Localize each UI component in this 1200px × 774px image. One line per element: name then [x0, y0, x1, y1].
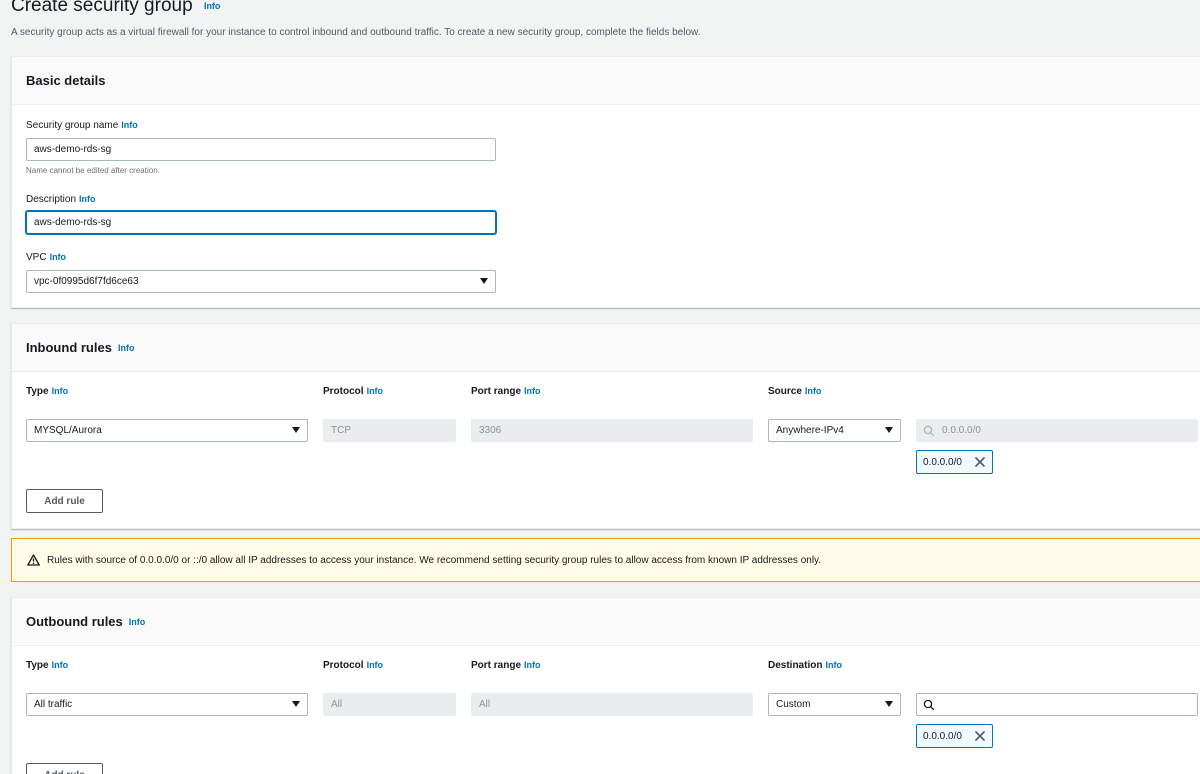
inbound-cidr-token: 0.0.0.0/0 — [916, 450, 993, 474]
caret-down-icon — [885, 701, 893, 707]
outbound-cidr-search-input[interactable] — [916, 693, 1198, 716]
basic-details-header: Basic details — [12, 57, 1200, 105]
security-group-name-label: Security group name Info — [26, 120, 138, 131]
basic-details-panel: Basic details Security group name Info aw… — [11, 56, 1200, 308]
description-value: aws-demo-rds-sg — [34, 217, 112, 228]
inbound-port-info-link[interactable]: Info — [524, 386, 541, 396]
outbound-port-header-text: Port range — [471, 660, 522, 671]
inbound-cidr-search: 0.0.0.0/0 — [916, 419, 1198, 442]
warning-text: Rules with source of 0.0.0.0/0 or ::/0 a… — [47, 554, 822, 566]
page-title-info-link[interactable]: Info — [204, 1, 221, 11]
close-icon[interactable] — [974, 730, 986, 742]
inbound-type-select[interactable]: MYSQL/Aurora — [26, 419, 308, 442]
caret-down-icon — [885, 427, 893, 433]
description-info-link[interactable]: Info — [79, 194, 96, 204]
inbound-port-header: Port range Info — [471, 386, 541, 397]
inbound-protocol-value: TCP — [331, 425, 351, 436]
security-group-name-info-link[interactable]: Info — [121, 120, 138, 130]
outbound-protocol-header-text: Protocol — [323, 660, 364, 671]
inbound-port-header-text: Port range — [471, 386, 522, 397]
inbound-source-value: Anywhere-IPv4 — [776, 425, 844, 436]
inbound-source-header-text: Source — [768, 386, 802, 397]
vpc-info-link[interactable]: Info — [50, 252, 67, 262]
search-icon — [923, 425, 935, 437]
outbound-add-rule-button[interactable]: Add rule — [26, 763, 103, 774]
outbound-type-value: All traffic — [34, 699, 73, 710]
outbound-type-header-text: Type — [26, 660, 49, 671]
caret-down-icon — [480, 278, 488, 284]
inbound-type-header-text: Type — [26, 386, 49, 397]
inbound-source-info-link[interactable]: Info — [805, 386, 822, 396]
inbound-type-header: Type Info — [26, 386, 68, 397]
outbound-destination-header-text: Destination — [768, 660, 823, 671]
page-title-text: Create security group — [11, 0, 193, 16]
outbound-destination-header: Destination Info — [768, 660, 842, 671]
inbound-protocol-header-text: Protocol — [323, 386, 364, 397]
outbound-destination-value: Custom — [776, 699, 811, 710]
description-label-text: Description — [26, 194, 77, 205]
caret-down-icon — [292, 701, 300, 707]
inbound-rules-panel: Inbound rules Info Type Info Protocol Info… — [11, 323, 1200, 529]
outbound-port-value: All — [479, 699, 491, 710]
outbound-protocol-info-link[interactable]: Info — [367, 660, 384, 670]
close-icon[interactable] — [974, 456, 986, 468]
inbound-add-rule-button[interactable]: Add rule — [26, 489, 103, 513]
vpc-label: VPC Info — [26, 252, 66, 263]
security-group-name-value: aws-demo-rds-sg — [34, 144, 112, 155]
outbound-port-header: Port range Info — [471, 660, 541, 671]
inbound-cidr-placeholder: 0.0.0.0/0 — [942, 425, 981, 436]
inbound-rules-info-link[interactable]: Info — [118, 343, 135, 353]
open-source-warning-alert: Rules with source of 0.0.0.0/0 or ::/0 a… — [11, 538, 1200, 582]
outbound-protocol-field: All — [323, 693, 456, 716]
outbound-cidr-token: 0.0.0.0/0 — [916, 724, 993, 748]
outbound-cidr-token-label: 0.0.0.0/0 — [923, 730, 962, 742]
description-label: Description Info — [26, 194, 96, 205]
search-icon — [923, 699, 935, 711]
outbound-type-header: Type Info — [26, 660, 68, 671]
warning-icon — [27, 554, 40, 566]
security-group-name-input[interactable]: aws-demo-rds-sg — [26, 138, 496, 161]
security-group-name-label-text: Security group name — [26, 120, 119, 131]
inbound-type-value: MYSQL/Aurora — [34, 425, 102, 436]
outbound-destination-info-link[interactable]: Info — [825, 660, 842, 670]
inbound-port-value: 3306 — [479, 425, 502, 436]
outbound-rules-header: Outbound rules Info — [12, 598, 1200, 646]
vpc-select[interactable]: vpc-0f0995d6f7fd6ce63 — [26, 270, 496, 293]
inbound-protocol-header: Protocol Info — [323, 386, 383, 397]
inbound-protocol-info-link[interactable]: Info — [367, 386, 384, 396]
inbound-port-field: 3306 — [471, 419, 753, 442]
vpc-value: vpc-0f0995d6f7fd6ce63 — [34, 276, 139, 287]
outbound-protocol-header: Protocol Info — [323, 660, 383, 671]
vpc-label-text: VPC — [26, 252, 47, 263]
outbound-port-field: All — [471, 693, 753, 716]
outbound-type-info-link[interactable]: Info — [52, 660, 69, 670]
security-group-name-hint: Name cannot be edited after creation. — [26, 166, 160, 175]
outbound-type-select[interactable]: All traffic — [26, 693, 308, 716]
inbound-rules-header: Inbound rules Info — [12, 324, 1200, 372]
outbound-port-info-link[interactable]: Info — [524, 660, 541, 670]
outbound-protocol-value: All — [331, 699, 343, 710]
description-input[interactable]: aws-demo-rds-sg — [26, 211, 496, 234]
inbound-cidr-token-label: 0.0.0.0/0 — [923, 456, 962, 468]
outbound-rules-info-link[interactable]: Info — [129, 617, 146, 627]
inbound-source-select[interactable]: Anywhere-IPv4 — [768, 419, 901, 442]
caret-down-icon — [292, 427, 300, 433]
outbound-rules-title: Outbound rules — [26, 614, 123, 629]
inbound-source-header: Source Info — [768, 386, 821, 397]
inbound-rules-title: Inbound rules — [26, 340, 112, 355]
outbound-rules-panel: Outbound rules Info Type Info Protocol Inf… — [11, 597, 1200, 774]
inbound-type-info-link[interactable]: Info — [52, 386, 69, 396]
page-description: A security group acts as a virtual firew… — [11, 27, 701, 38]
outbound-destination-select[interactable]: Custom — [768, 693, 901, 716]
page-title: Create security group Info — [11, 0, 220, 17]
inbound-protocol-field: TCP — [323, 419, 456, 442]
